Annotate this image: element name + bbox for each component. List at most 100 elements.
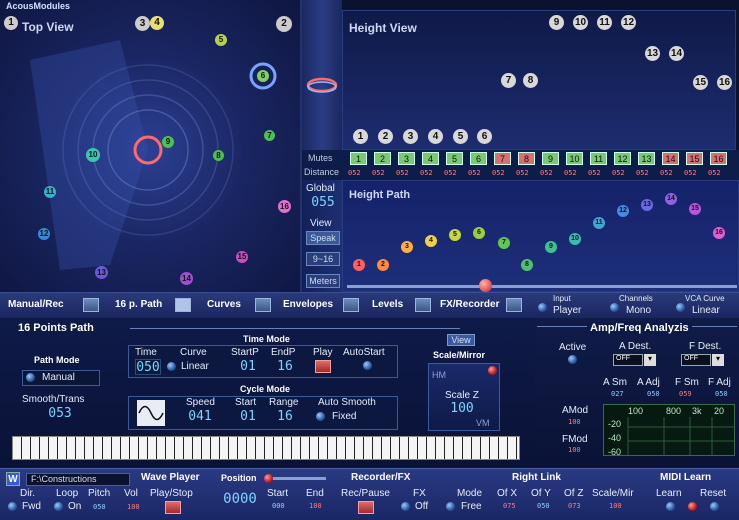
input-value[interactable]: Player <box>553 305 581 316</box>
height-path-slider-track[interactable] <box>347 285 737 288</box>
fx-recorder-tab[interactable]: FX/Recorder <box>440 299 499 310</box>
reset-led[interactable] <box>710 502 719 511</box>
height-view-point-4[interactable]: 4 <box>428 129 443 144</box>
learn-led[interactable] <box>666 502 675 511</box>
height-path-point-4[interactable]: 4 <box>425 235 437 247</box>
distance-value-14[interactable]: 052 <box>660 169 673 177</box>
height-path-slider-thumb[interactable] <box>479 279 492 292</box>
mute-button-13[interactable]: 13 <box>638 152 655 165</box>
position-slider-track[interactable] <box>266 477 326 480</box>
dir-value[interactable]: Fwd <box>22 501 41 512</box>
height-view-point-1[interactable]: 1 <box>353 129 368 144</box>
recpause-button[interactable] <box>358 501 374 514</box>
top-view-panel[interactable]: AcousModules Top View 1 2 3 4 5 6 7 8 9 … <box>0 0 302 292</box>
loop-led[interactable] <box>54 502 63 511</box>
height-path-point-10[interactable]: 10 <box>569 233 581 245</box>
height-path-panel[interactable]: Height Path 1 2 3 4 5 6 7 8 9 10 11 12 13 14 15 16 <box>342 180 739 292</box>
playstop-button[interactable] <box>165 501 181 514</box>
range-button[interactable]: 9~16 <box>306 252 340 266</box>
height-path-point-14[interactable]: 14 <box>665 193 677 205</box>
top-point-6[interactable]: 6 <box>257 70 269 82</box>
curve-led[interactable] <box>167 362 176 371</box>
mute-button-9[interactable]: 9 <box>542 152 559 165</box>
top-point-10[interactable]: 10 <box>86 148 100 162</box>
top-point-12[interactable]: 12 <box>38 228 50 240</box>
mute-button-5[interactable]: 5 <box>446 152 463 165</box>
end-value[interactable]: 100 <box>309 502 322 510</box>
mute-button-11[interactable]: 11 <box>590 152 607 165</box>
mute-button-7[interactable]: 7 <box>494 152 511 165</box>
mute-button-8[interactable]: 8 <box>518 152 535 165</box>
fmod-value[interactable]: 100 <box>568 446 581 454</box>
height-path-point-6[interactable]: 6 <box>473 227 485 239</box>
levels-tab[interactable]: Levels <box>372 299 403 310</box>
top-point-2[interactable]: 2 <box>276 16 292 32</box>
waveform-icon[interactable] <box>137 400 165 426</box>
fsm-value[interactable]: 059 <box>679 390 692 398</box>
distance-value-13[interactable]: 052 <box>636 169 649 177</box>
startp-value[interactable]: 01 <box>238 359 258 375</box>
top-point-15[interactable]: 15 <box>236 251 248 263</box>
height-path-point-2[interactable]: 2 <box>377 259 389 271</box>
ofy-value[interactable]: 050 <box>537 502 550 510</box>
fadj-value[interactable]: 050 <box>715 390 728 398</box>
channels-radio[interactable] <box>610 303 619 312</box>
fx-recorder-toggle[interactable] <box>506 298 522 312</box>
height-path-point-16[interactable]: 16 <box>713 227 725 239</box>
time-value[interactable]: 050 <box>135 359 161 375</box>
envelopes-tab[interactable]: Envelopes <box>283 299 333 310</box>
mute-button-4[interactable]: 4 <box>422 152 439 165</box>
height-path-point-8[interactable]: 8 <box>521 259 533 271</box>
height-path-point-5[interactable]: 5 <box>449 229 461 241</box>
pitch-value[interactable]: 050 <box>93 503 106 511</box>
height-view-point-15[interactable]: 15 <box>693 75 708 90</box>
envelopes-toggle[interactable] <box>343 298 359 312</box>
endp-value[interactable]: 16 <box>275 359 295 375</box>
mute-button-14[interactable]: 14 <box>662 152 679 165</box>
height-view-point-10[interactable]: 10 <box>573 15 588 30</box>
mute-button-2[interactable]: 2 <box>374 152 391 165</box>
height-path-point-1[interactable]: 1 <box>353 259 365 271</box>
distance-value-10[interactable]: 052 <box>564 169 577 177</box>
adest-select[interactable]: OFF <box>613 354 656 366</box>
autosmooth-led[interactable] <box>316 412 325 421</box>
play-button[interactable] <box>315 360 331 373</box>
height-view-point-13[interactable]: 13 <box>645 46 660 61</box>
distance-value-11[interactable]: 052 <box>588 169 601 177</box>
position-value[interactable]: 0000 <box>220 491 260 509</box>
fdest-select[interactable]: OFF <box>681 354 724 366</box>
autostart-led[interactable] <box>363 361 372 370</box>
scale-z-value[interactable]: 100 <box>447 401 477 417</box>
height-path-point-3[interactable]: 3 <box>401 241 413 253</box>
curves-toggle[interactable] <box>255 298 271 312</box>
ofz-value[interactable]: 073 <box>568 502 581 510</box>
mute-button-15[interactable]: 15 <box>686 152 703 165</box>
height-view-panel[interactable]: Height View 1 2 3 4 5 6 7 8 9 10 11 12 13 14 15 16 <box>342 10 736 150</box>
height-view-point-11[interactable]: 11 <box>597 15 612 30</box>
height-view-point-2[interactable]: 2 <box>378 129 393 144</box>
scalemir-value[interactable]: 100 <box>609 502 622 510</box>
height-view-point-12[interactable]: 12 <box>621 15 636 30</box>
top-point-4[interactable]: 4 <box>150 16 164 30</box>
distance-value-12[interactable]: 052 <box>612 169 625 177</box>
mute-button-1[interactable]: 1 <box>350 152 367 165</box>
top-point-3[interactable]: 3 <box>135 16 150 31</box>
ofx-value[interactable]: 075 <box>503 502 516 510</box>
curve-value[interactable]: Linear <box>181 361 209 372</box>
distance-value-8[interactable]: 052 <box>516 169 529 177</box>
vca-radio[interactable] <box>676 303 685 312</box>
piano-keyboard[interactable] <box>12 436 520 460</box>
autosmooth-value[interactable]: Fixed <box>332 411 356 422</box>
height-path-point-15[interactable]: 15 <box>689 203 701 215</box>
mute-button-12[interactable]: 12 <box>614 152 631 165</box>
aadj-value[interactable]: 050 <box>647 390 660 398</box>
height-view-point-5[interactable]: 5 <box>453 129 468 144</box>
distance-value-3[interactable]: 052 <box>396 169 409 177</box>
amod-value[interactable]: 100 <box>568 418 581 426</box>
distance-value-9[interactable]: 052 <box>540 169 553 177</box>
vca-value[interactable]: Linear <box>692 305 720 316</box>
smooth-value[interactable]: 053 <box>44 406 76 422</box>
fx-value[interactable]: Off <box>415 501 428 512</box>
mute-button-16[interactable]: 16 <box>710 152 727 165</box>
height-view-point-3[interactable]: 3 <box>403 129 418 144</box>
